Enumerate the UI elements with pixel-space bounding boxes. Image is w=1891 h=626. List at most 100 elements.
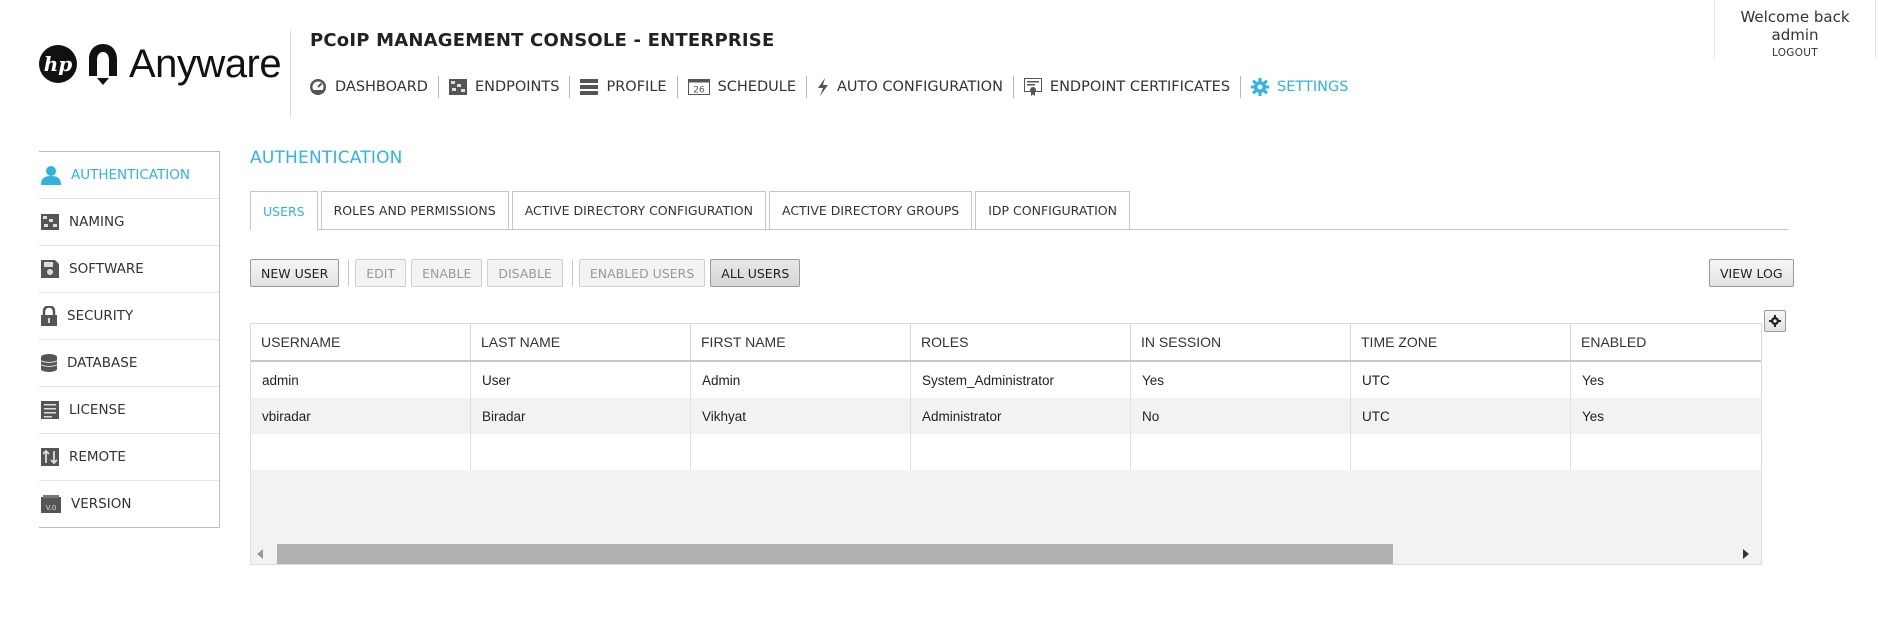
version-icon-text: V.0 <box>46 504 57 512</box>
empty-row <box>251 434 1761 470</box>
page-title: AUTHENTICATION <box>250 148 403 168</box>
empty-cell <box>251 434 471 470</box>
nav-dashboard-label: DASHBOARD <box>335 79 428 95</box>
view-log-button[interactable]: VIEW LOG <box>1709 259 1794 287</box>
tab-active-directory-groups[interactable]: ACTIVE DIRECTORY GROUPS <box>768 191 973 229</box>
cell-roles: Administrator <box>911 398 1131 434</box>
sidebar-item-software[interactable]: SOFTWARE <box>39 246 219 293</box>
column-header-time-zone[interactable]: TIME ZONE <box>1351 324 1571 360</box>
toolbar-separator <box>571 260 573 286</box>
sidebar-item-label: LICENSE <box>69 402 126 418</box>
toolbar-separator <box>348 260 350 286</box>
welcome-text: Welcome back admin <box>1740 8 1850 44</box>
empty-cell <box>1131 434 1351 470</box>
sidebar-item-authentication[interactable]: AUTHENTICATION <box>39 152 219 199</box>
tab-users[interactable]: USERS <box>250 191 318 230</box>
sidebar-item-label: REMOTE <box>69 449 126 465</box>
tab-roles-and-permissions[interactable]: ROLES AND PERMISSIONS <box>320 191 509 229</box>
hp-logo-icon: hp <box>39 45 77 83</box>
cell-roles: System_Administrator <box>911 362 1131 398</box>
nav-endpoints-label: ENDPOINTS <box>474 79 560 95</box>
empty-cell <box>1571 434 1761 470</box>
cell-in-session: Yes <box>1131 362 1351 398</box>
table-row[interactable]: vbiradar Biradar Vikhyat Administrator N… <box>251 398 1761 434</box>
nav-dashboard[interactable]: DASHBOARD <box>309 78 428 96</box>
settings-sidebar: AUTHENTICATION NAMING SOFTWARE SECURITY … <box>39 151 220 528</box>
database-icon <box>41 354 57 372</box>
cell-last-name: User <box>471 362 691 398</box>
gear-icon <box>1769 315 1781 327</box>
sidebar-item-database[interactable]: DATABASE <box>39 340 219 387</box>
empty-cell <box>691 434 911 470</box>
version-icon: V.0 <box>41 495 61 513</box>
column-header-in-session[interactable]: IN SESSION <box>1131 324 1351 360</box>
sidebar-item-naming[interactable]: NAMING <box>39 199 219 246</box>
all-users-button[interactable]: ALL USERS <box>710 259 801 287</box>
users-toolbar: NEW USER EDIT ENABLE DISABLE ENABLED USE… <box>250 259 805 287</box>
sidebar-item-label: SOFTWARE <box>69 261 144 277</box>
certificate-icon <box>1023 78 1042 96</box>
nav-schedule[interactable]: 26 SCHEDULE <box>687 79 796 95</box>
license-icon <box>41 401 59 419</box>
column-header-roles[interactable]: ROLES <box>911 324 1131 360</box>
user-icon <box>41 166 61 185</box>
scroll-left-arrow-icon[interactable] <box>257 549 263 559</box>
empty-cell <box>471 434 691 470</box>
grid-header: USERNAME LAST NAME FIRST NAME ROLES IN S… <box>251 324 1761 362</box>
sidebar-item-version[interactable]: V.0 VERSION <box>39 481 219 527</box>
grid-settings-button[interactable] <box>1764 310 1786 332</box>
cell-last-name: Biradar <box>471 398 691 434</box>
naming-icon <box>41 214 59 230</box>
nav-auto-configuration[interactable]: AUTO CONFIGURATION <box>817 78 1003 96</box>
empty-cell <box>1351 434 1571 470</box>
nav-separator <box>569 76 571 98</box>
logout-link[interactable]: LOGOUT <box>1715 47 1875 59</box>
enable-button[interactable]: ENABLE <box>411 259 483 287</box>
column-header-last-name[interactable]: LAST NAME <box>471 324 691 360</box>
table-row[interactable]: admin User Admin System_Administrator Ye… <box>251 362 1761 398</box>
software-icon <box>41 260 59 278</box>
nav-endpoint-certificates[interactable]: ENDPOINT CERTIFICATES <box>1023 78 1230 96</box>
enabled-users-button[interactable]: ENABLED USERS <box>578 259 706 287</box>
gear-icon <box>1251 78 1270 96</box>
sidebar-item-license[interactable]: LICENSE <box>39 387 219 434</box>
edit-button[interactable]: EDIT <box>355 259 407 287</box>
nav-profile-label: PROFILE <box>606 79 667 95</box>
anyware-mark-icon <box>89 44 117 85</box>
cell-first-name: Admin <box>691 362 911 398</box>
sidebar-item-label: SECURITY <box>67 308 134 324</box>
sidebar-item-remote[interactable]: REMOTE <box>39 434 219 481</box>
nav-profile[interactable]: PROFILE <box>580 79 667 95</box>
nav-endpoints[interactable]: ENDPOINTS <box>448 79 560 95</box>
cell-time-zone: UTC <box>1351 398 1571 434</box>
scrollbar-thumb[interactable] <box>277 544 1393 564</box>
calendar-icon: 26 <box>687 79 710 95</box>
column-header-first-name[interactable]: FIRST NAME <box>691 324 911 360</box>
nav-settings-label: SETTINGS <box>1277 79 1349 95</box>
sidebar-item-security[interactable]: SECURITY <box>39 293 219 340</box>
nav-separator <box>805 76 807 98</box>
nav-separator <box>1240 76 1242 98</box>
column-header-username[interactable]: USERNAME <box>251 324 471 360</box>
scroll-right-arrow-icon[interactable] <box>1743 549 1749 559</box>
cell-time-zone: UTC <box>1351 362 1571 398</box>
tab-active-directory-configuration[interactable]: ACTIVE DIRECTORY CONFIGURATION <box>511 191 766 229</box>
disable-button[interactable]: DISABLE <box>487 259 563 287</box>
brand-name: Anyware <box>129 41 282 86</box>
tab-idp-configuration[interactable]: IDP CONFIGURATION <box>975 191 1130 229</box>
empty-cell <box>911 434 1131 470</box>
users-grid: USERNAME LAST NAME FIRST NAME ROLES IN S… <box>250 323 1762 565</box>
horizontal-scrollbar[interactable] <box>251 544 1761 564</box>
new-user-button[interactable]: NEW USER <box>250 259 340 287</box>
column-header-enabled[interactable]: ENABLED <box>1571 324 1761 360</box>
endpoints-icon <box>448 79 467 95</box>
cell-in-session: No <box>1131 398 1351 434</box>
nav-settings[interactable]: SETTINGS <box>1251 78 1348 96</box>
cell-username: admin <box>251 362 471 398</box>
cell-username: vbiradar <box>251 398 471 434</box>
tab-bar: USERS ROLES AND PERMISSIONS ACTIVE DIREC… <box>250 191 1788 230</box>
profile-icon <box>580 79 599 95</box>
cell-enabled: Yes <box>1582 408 1605 424</box>
nav-separator <box>676 76 678 98</box>
lock-icon <box>41 306 57 326</box>
